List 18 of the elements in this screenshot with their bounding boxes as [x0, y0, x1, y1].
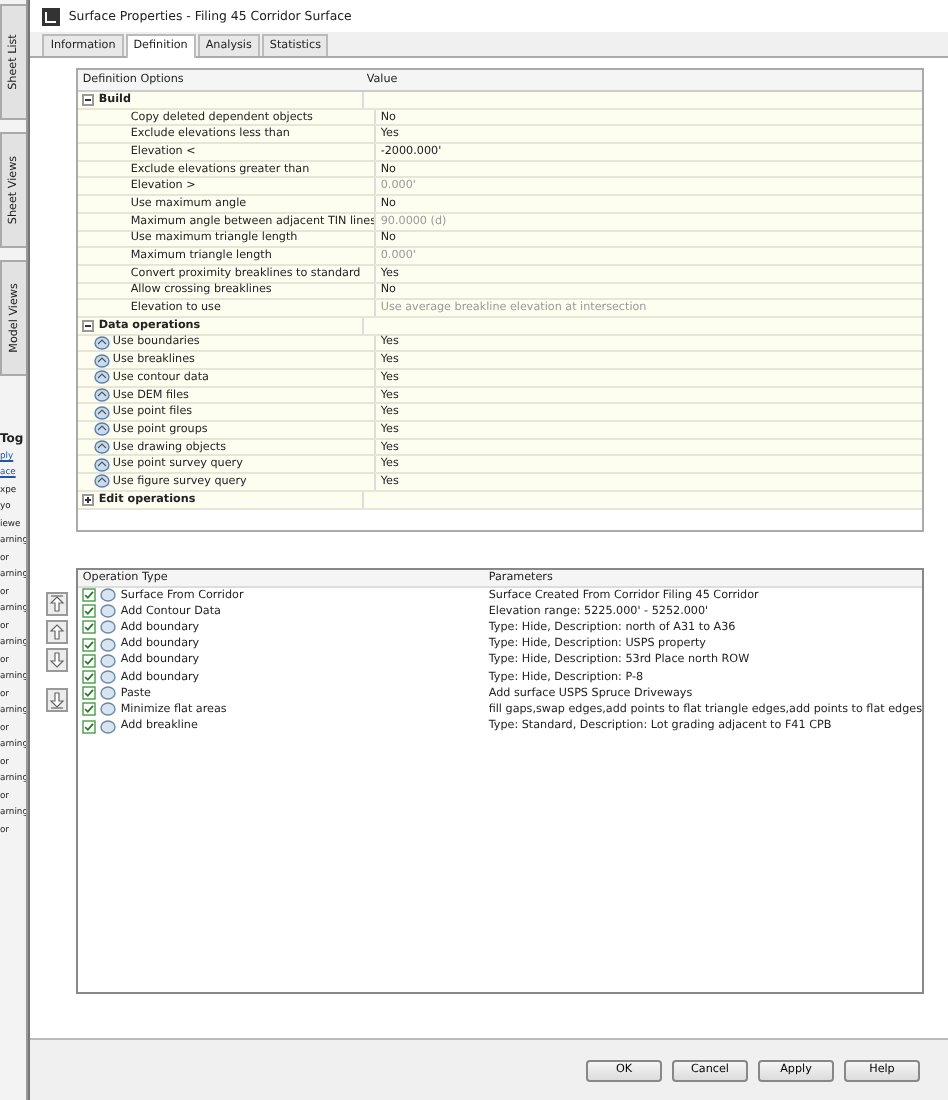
checkbox[interactable]	[82, 686, 97, 701]
move-arrow-button[interactable]	[46, 591, 69, 615]
checkbox[interactable]	[82, 588, 97, 603]
move-arrow-button[interactable]	[46, 647, 69, 671]
expand-toggle-icon[interactable]	[82, 93, 95, 106]
checkbox[interactable]	[82, 670, 97, 685]
move-arrow-button[interactable]	[46, 619, 69, 643]
expand-toggle-icon[interactable]	[82, 319, 95, 332]
app-icon	[42, 7, 61, 25]
checkbox[interactable]	[82, 637, 97, 652]
checkbox[interactable]	[82, 719, 97, 734]
move-arrow-button[interactable]	[46, 687, 69, 711]
checkbox[interactable]	[82, 604, 97, 619]
checkbox[interactable]	[82, 702, 97, 717]
expand-toggle-icon[interactable]	[82, 493, 95, 506]
data-operation-icon	[94, 335, 111, 350]
checkbox[interactable]	[82, 620, 97, 635]
checkbox[interactable]	[82, 653, 97, 668]
